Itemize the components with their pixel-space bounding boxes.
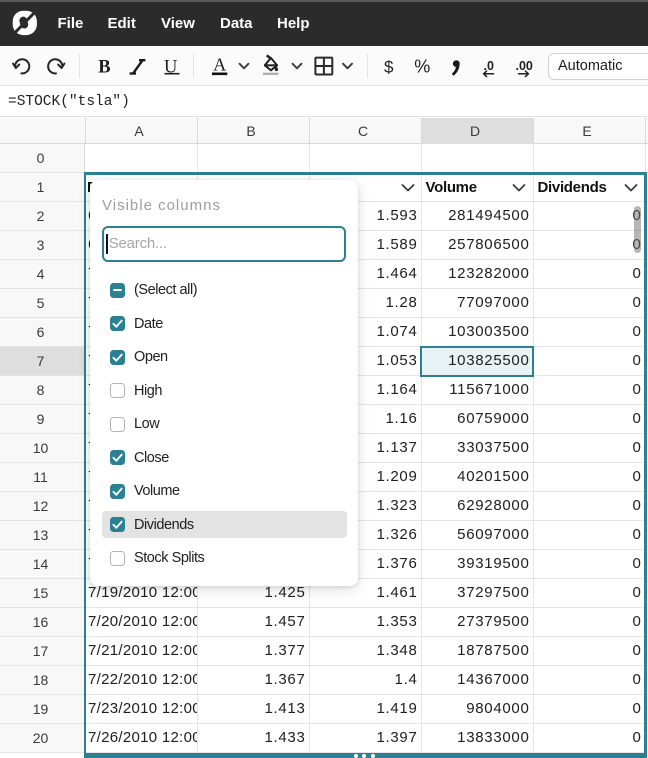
svg-text:.00: .00 [516,59,533,73]
svg-text:A: A [213,55,226,75]
svg-text:.0: .0 [484,59,494,73]
svg-text:B: B [98,58,110,78]
svg-text:U: U [164,58,177,78]
svg-text:%: % [414,57,430,77]
svg-text:$: $ [384,58,394,77]
